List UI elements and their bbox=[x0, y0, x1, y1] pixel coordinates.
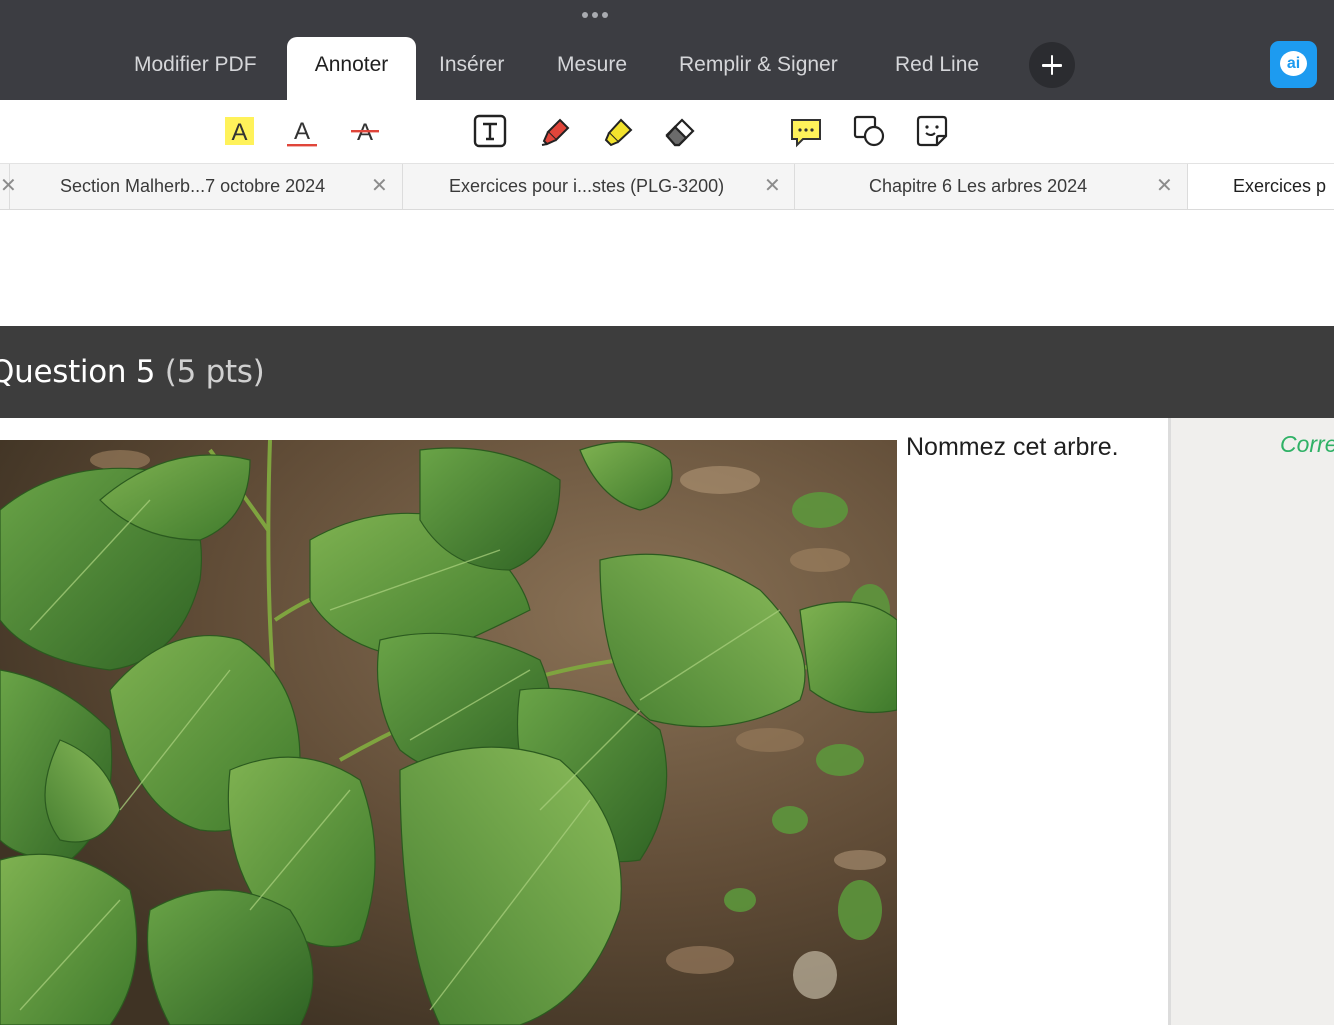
eraser-icon[interactable] bbox=[663, 114, 697, 148]
doc-tab-hidden[interactable]: ✕ bbox=[0, 164, 17, 209]
tree-leaves-photo bbox=[0, 440, 897, 1025]
annotation-toolbar: A A A bbox=[0, 100, 1334, 164]
ai-assistant-button[interactable]: ai bbox=[1270, 41, 1317, 88]
close-icon[interactable]: ✕ bbox=[764, 176, 781, 196]
svg-text:A: A bbox=[294, 118, 310, 145]
tab-modifier-pdf[interactable]: Modifier PDF bbox=[134, 37, 257, 100]
tab-mesure[interactable]: Mesure bbox=[557, 37, 627, 100]
document-tabs-bar: ✕ Section Malherb...7 octobre 2024 ✕ Exe… bbox=[0, 164, 1334, 210]
doc-tab-label: Section Malherb...7 octobre 2024 bbox=[60, 176, 326, 196]
doc-tab-label: Exercices pour i...stes (PLG-3200) bbox=[449, 176, 725, 196]
question-header: Question 5 (5 pts) bbox=[0, 326, 1334, 418]
sticker-icon[interactable] bbox=[915, 114, 949, 148]
question-prompt: Nommez cet arbre. bbox=[906, 433, 1119, 461]
question-points: (5 pts) bbox=[164, 354, 265, 390]
doc-tab[interactable]: Section Malherb...7 octobre 2024 ✕ bbox=[10, 164, 403, 209]
close-icon[interactable]: ✕ bbox=[371, 176, 388, 196]
tab-red-line[interactable]: Red Line bbox=[895, 37, 979, 100]
page-margin bbox=[0, 210, 1334, 326]
window-drag-handle[interactable] bbox=[582, 12, 614, 22]
shapes-icon[interactable] bbox=[852, 114, 886, 148]
top-menu-bar: Modifier PDF Annoter Insérer Mesure Remp… bbox=[0, 0, 1334, 100]
doc-tab-label: Exercices p bbox=[1233, 176, 1327, 196]
svg-text:A: A bbox=[357, 119, 373, 146]
tab-inserer[interactable]: Insérer bbox=[439, 37, 504, 100]
correction-label: Corre bbox=[1280, 431, 1334, 457]
svg-text:A: A bbox=[231, 119, 247, 146]
doc-tab[interactable]: Exercices pour i...stes (PLG-3200) ✕ bbox=[403, 164, 795, 209]
pen-icon[interactable] bbox=[538, 114, 572, 148]
doc-tab[interactable]: Chapitre 6 Les arbres 2024 ✕ bbox=[795, 164, 1188, 209]
comment-icon[interactable] bbox=[789, 114, 823, 148]
strikethrough-text-icon[interactable]: A bbox=[348, 114, 382, 148]
highlighter-icon[interactable] bbox=[601, 114, 635, 148]
doc-tab-label: Chapitre 6 Les arbres 2024 bbox=[869, 176, 1088, 196]
add-tab-button[interactable] bbox=[1029, 42, 1075, 88]
highlight-text-icon[interactable]: A bbox=[223, 114, 257, 148]
correction-panel bbox=[1171, 418, 1334, 1025]
question-number: Question 5 bbox=[0, 354, 156, 390]
doc-tab-active[interactable]: Exercices p bbox=[1188, 164, 1334, 209]
close-icon[interactable]: ✕ bbox=[1156, 176, 1173, 196]
underline-text-icon[interactable]: A bbox=[285, 114, 319, 148]
tab-annoter[interactable]: Annoter bbox=[287, 37, 416, 100]
text-box-icon[interactable] bbox=[473, 114, 507, 148]
question-title: Question 5 (5 pts) bbox=[0, 354, 265, 390]
tab-remplir-signer[interactable]: Remplir & Signer bbox=[679, 37, 838, 100]
ai-icon: ai bbox=[1280, 51, 1307, 76]
